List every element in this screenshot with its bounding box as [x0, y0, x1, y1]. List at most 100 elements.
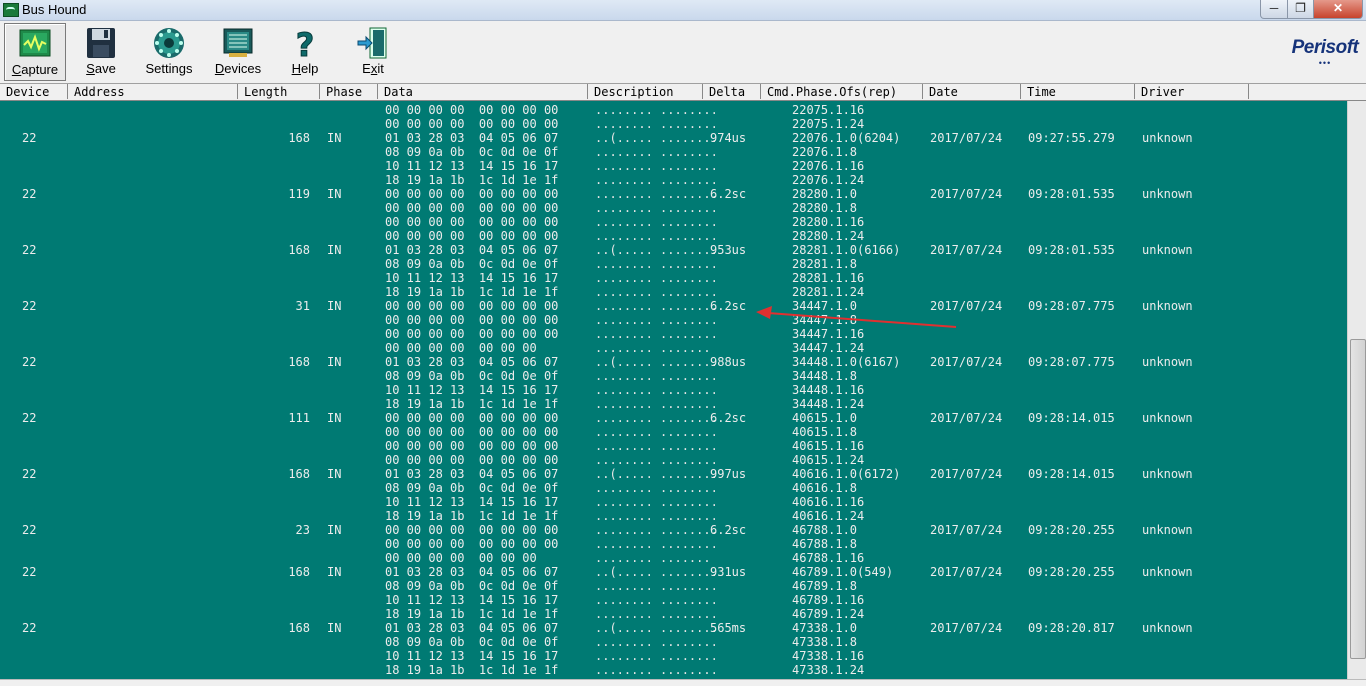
time-cell: 09:28:14.015	[1028, 467, 1115, 481]
question-mark-icon: ?	[295, 26, 315, 60]
save-button[interactable]: Save	[70, 23, 132, 79]
data-cell: 00 00 00 00 00 00 00 00	[385, 103, 559, 117]
table-row[interactable]: 10 11 12 13 14 15 16 17 ........ ........…	[0, 593, 1347, 607]
table-row[interactable]: 00 00 00 00 00 00 00 00 ........ ........…	[0, 537, 1347, 551]
description-cell: ........ ........	[595, 271, 718, 285]
table-row[interactable]: 00 00 00 00 00 00 00 ........ ....... 4678…	[0, 551, 1347, 565]
header-address[interactable]: Address	[68, 84, 238, 99]
table-row[interactable]: 22 168 IN 01 03 28 03 04 05 06 07 ..(..... .…	[0, 621, 1347, 635]
header-date[interactable]: Date	[923, 84, 1021, 99]
phase-cell: IN	[327, 411, 342, 425]
table-row[interactable]: 10 11 12 13 14 15 16 17 ........ ........…	[0, 383, 1347, 397]
minimize-button[interactable]: ─	[1260, 0, 1288, 19]
driver-cell: unknown	[1142, 299, 1193, 313]
data-cell: 18 19 1a 1b 1c 1d 1e 1f	[385, 509, 559, 523]
table-row[interactable]: 10 11 12 13 14 15 16 17 ........ ........…	[0, 495, 1347, 509]
table-row[interactable]: 18 19 1a 1b 1c 1d 1e 1f ........ ........…	[0, 173, 1347, 187]
header-driver[interactable]: Driver	[1135, 84, 1249, 99]
table-row[interactable]: 00 00 00 00 00 00 00 00 ........ ........…	[0, 327, 1347, 341]
logo-text: Perisoft	[1291, 37, 1359, 58]
table-row[interactable]: 22 168 IN 01 03 28 03 04 05 06 07 ..(..... .…	[0, 131, 1347, 145]
table-row[interactable]: 08 09 0a 0b 0c 0d 0e 0f ........ ........…	[0, 369, 1347, 383]
svg-text:?: ?	[296, 26, 315, 60]
column-header: Device Address Length Phase Data Descrip…	[0, 84, 1366, 101]
capture-grid[interactable]: 00 00 00 00 00 00 00 00 ........ ........…	[0, 101, 1347, 679]
description-cell: ........ ........	[595, 523, 718, 537]
description-cell: ........ ........	[595, 607, 718, 621]
cmd-phase-ofs-cell: 28281.1.0(6166)	[792, 243, 901, 257]
table-row[interactable]: 22 168 IN 01 03 28 03 04 05 06 07 ..(..... .…	[0, 565, 1347, 579]
driver-cell: unknown	[1142, 187, 1193, 201]
table-row[interactable]: 08 09 0a 0b 0c 0d 0e 0f ........ ........…	[0, 635, 1347, 649]
capture-button[interactable]: Capture	[4, 23, 66, 81]
table-row[interactable]: 22 31 IN 00 00 00 00 00 00 00 00 ........ ..…	[0, 299, 1347, 313]
table-row[interactable]: 18 19 1a 1b 1c 1d 1e 1f ........ ........…	[0, 607, 1347, 621]
table-row[interactable]: 22 23 IN 00 00 00 00 00 00 00 00 ........ ..…	[0, 523, 1347, 537]
table-row[interactable]: 00 00 00 00 00 00 00 00 ........ ........…	[0, 201, 1347, 215]
description-cell: ..(..... ........	[595, 355, 718, 369]
data-cell: 18 19 1a 1b 1c 1d 1e 1f	[385, 663, 559, 677]
data-cell: 01 03 28 03 04 05 06 07	[385, 467, 559, 481]
data-cell: 00 00 00 00 00 00 00 00	[385, 425, 559, 439]
header-description[interactable]: Description	[588, 84, 703, 99]
table-row[interactable]: 08 09 0a 0b 0c 0d 0e 0f ........ ........…	[0, 481, 1347, 495]
delta-cell: 6.2sc	[710, 411, 747, 425]
description-cell: ........ ........	[595, 397, 718, 411]
table-row[interactable]: 18 19 1a 1b 1c 1d 1e 1f ........ ........…	[0, 509, 1347, 523]
driver-cell: unknown	[1142, 523, 1193, 537]
table-row[interactable]: 22 111 IN 00 00 00 00 00 00 00 00 ........ .…	[0, 411, 1347, 425]
table-row[interactable]: 00 00 00 00 00 00 00 ........ ....... 3444…	[0, 341, 1347, 355]
table-row[interactable]: 10 11 12 13 14 15 16 17 ........ ........…	[0, 271, 1347, 285]
table-row[interactable]: 00 00 00 00 00 00 00 00 ........ ........…	[0, 453, 1347, 467]
header-cmd-phase-ofs[interactable]: Cmd.Phase.Ofs(rep)	[761, 84, 923, 99]
table-row[interactable]: 00 00 00 00 00 00 00 00 ........ ........…	[0, 117, 1347, 131]
toolbar: Capture Save Settings Devices ? Help Exi…	[0, 21, 1366, 84]
scrollbar-thumb[interactable]	[1350, 339, 1366, 659]
header-delta[interactable]: Delta	[703, 84, 761, 99]
description-cell: ..(..... ........	[595, 467, 718, 481]
phase-cell: IN	[327, 467, 342, 481]
date-cell: 2017/07/24	[930, 243, 1003, 257]
vertical-scrollbar[interactable]	[1347, 101, 1366, 679]
help-button[interactable]: ? Help	[276, 23, 334, 79]
data-cell: 08 09 0a 0b 0c 0d 0e 0f	[385, 579, 559, 593]
maximize-button[interactable]: ❐	[1287, 0, 1314, 19]
table-row[interactable]: 00 00 00 00 00 00 00 00 ........ ........…	[0, 439, 1347, 453]
table-row[interactable]: 00 00 00 00 00 00 00 00 ........ ........…	[0, 215, 1347, 229]
exit-button[interactable]: Exit	[343, 23, 403, 79]
table-row[interactable]: 10 11 12 13 14 15 16 17 ........ ........…	[0, 159, 1347, 173]
length-cell: 168	[288, 131, 310, 145]
table-row[interactable]: 18 19 1a 1b 1c 1d 1e 1f ........ ........…	[0, 663, 1347, 677]
header-length[interactable]: Length	[238, 84, 320, 99]
cmd-phase-ofs-cell: 46789.1.24	[792, 607, 865, 621]
driver-cell: unknown	[1142, 131, 1193, 145]
table-row[interactable]: 22 119 IN 00 00 00 00 00 00 00 00 ........ .…	[0, 187, 1347, 201]
close-button[interactable]: ✕	[1313, 0, 1363, 19]
header-device[interactable]: Device	[0, 84, 68, 99]
title-bar[interactable]: Bus Hound ─ ❐ ✕	[0, 0, 1366, 21]
table-row[interactable]: 08 09 0a 0b 0c 0d 0e 0f ........ ........…	[0, 257, 1347, 271]
table-row[interactable]: 22 168 IN 01 03 28 03 04 05 06 07 ..(..... .…	[0, 355, 1347, 369]
table-row[interactable]: 22 168 IN 01 03 28 03 04 05 06 07 ..(..... .…	[0, 243, 1347, 257]
time-cell: 09:27:55.279	[1028, 131, 1115, 145]
header-time[interactable]: Time	[1021, 84, 1135, 99]
table-row[interactable]: 00 00 00 00 00 00 00 00 ........ ........…	[0, 103, 1347, 117]
table-row[interactable]: 22 168 IN 01 03 28 03 04 05 06 07 ..(..... .…	[0, 467, 1347, 481]
table-row[interactable]: 00 00 00 00 00 00 00 00 ........ ........…	[0, 229, 1347, 243]
table-row[interactable]: 00 00 00 00 00 00 00 00 ........ ........…	[0, 425, 1347, 439]
table-row[interactable]: 08 09 0a 0b 0c 0d 0e 0f ........ ........…	[0, 145, 1347, 159]
cmd-phase-ofs-cell: 28280.1.16	[792, 215, 865, 229]
table-row[interactable]: 08 09 0a 0b 0c 0d 0e 0f ........ ........…	[0, 579, 1347, 593]
cmd-phase-ofs-cell: 40615.1.0	[792, 411, 858, 425]
device-cell: 22	[22, 621, 37, 635]
settings-button[interactable]: Settings	[138, 23, 200, 79]
table-row[interactable]: 18 19 1a 1b 1c 1d 1e 1f ........ ........…	[0, 285, 1347, 299]
table-row[interactable]: 10 11 12 13 14 15 16 17 ........ ........…	[0, 649, 1347, 663]
table-row[interactable]: 00 00 00 00 00 00 00 00 ........ ........…	[0, 313, 1347, 327]
description-cell: ........ ........	[595, 285, 718, 299]
table-row[interactable]: 18 19 1a 1b 1c 1d 1e 1f ........ ........…	[0, 397, 1347, 411]
window-title: Bus Hound	[22, 2, 87, 17]
header-data[interactable]: Data	[378, 84, 588, 99]
devices-button[interactable]: Devices	[206, 23, 270, 79]
header-phase[interactable]: Phase	[320, 84, 378, 99]
